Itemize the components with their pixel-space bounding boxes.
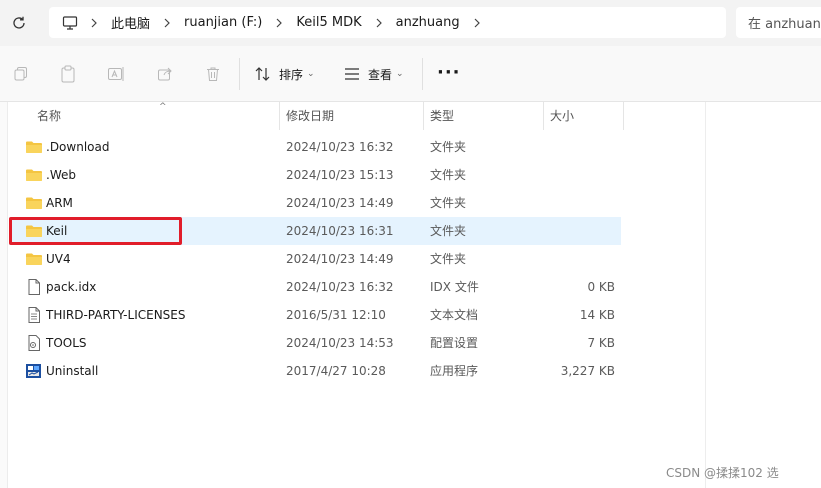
file-type: IDX 文件 — [430, 280, 479, 294]
toolbar-divider — [239, 58, 240, 90]
file-date-modified: 2017/4/27 10:28 — [286, 364, 386, 378]
folder-icon — [25, 223, 43, 239]
breadcrumb-item-keil5[interactable]: Keil5 MDK — [292, 15, 365, 30]
file-date-modified: 2024/10/23 14:53 — [286, 336, 394, 350]
file-type: 文件夹 — [430, 224, 467, 238]
rename-icon[interactable] — [106, 64, 126, 84]
folder-icon — [25, 139, 43, 155]
file-row[interactable]: .Download 2024/10/23 16:32 文件夹 — [9, 133, 621, 161]
chevron-down-icon: ⌄ — [307, 69, 315, 79]
column-separator[interactable] — [623, 102, 624, 130]
file-name: .Download — [46, 140, 110, 154]
file-date-modified: 2024/10/23 14:49 — [286, 196, 394, 210]
watermark: CSDN @揉揉102 选 — [666, 466, 779, 480]
file-row[interactable]: THIRD-PARTY-LICENSES 2016/5/31 12:10 文本文档 1… — [9, 301, 621, 329]
file-row[interactable]: pack.idx 2024/10/23 16:32 IDX 文件 0 KB — [9, 273, 621, 301]
text-file-icon — [25, 307, 43, 323]
column-type[interactable]: 类型 — [424, 102, 454, 130]
toolbar-divider — [422, 58, 423, 90]
column-header: ^ 名称 修改日期 类型 大小 — [9, 102, 624, 130]
view-button[interactable]: 查看 ⌄ — [344, 63, 404, 85]
file-name: THIRD-PARTY-LICENSES — [46, 308, 186, 322]
breadcrumb[interactable]: 此电脑 ruanjian (F:) Keil5 MDK anzhuang — [49, 7, 726, 38]
more-options-button[interactable]: ··· — [437, 62, 461, 83]
breadcrumb-item-anzhuang[interactable]: anzhuang — [392, 15, 464, 30]
paste-icon[interactable] — [58, 64, 78, 84]
file-name: TOOLS — [46, 336, 87, 350]
pane-divider — [705, 102, 706, 488]
file-name: pack.idx — [46, 280, 97, 294]
chevron-right-icon[interactable] — [266, 18, 292, 28]
sort-label: 排序 — [279, 67, 304, 82]
view-label: 查看 — [368, 67, 393, 82]
file-type: 应用程序 — [430, 364, 479, 378]
file-type: 文件夹 — [430, 252, 467, 266]
file-date-modified: 2024/10/23 16:32 — [286, 280, 394, 294]
folder-icon — [25, 251, 43, 267]
chevron-down-icon: ⌄ — [396, 69, 404, 79]
settings-file-icon — [25, 335, 43, 351]
file-size: 3,227 KB — [560, 364, 615, 378]
file-date-modified: 2024/10/23 15:13 — [286, 168, 394, 182]
sort-icon — [255, 67, 270, 81]
file-row[interactable]: .Web 2024/10/23 15:13 文件夹 — [9, 161, 621, 189]
file-type: 文件夹 — [430, 196, 467, 210]
file-row[interactable]: Keil 2024/10/23 16:31 文件夹 — [9, 217, 621, 245]
file-name: ARM — [46, 196, 73, 210]
file-name: Uninstall — [46, 364, 99, 378]
file-name: .Web — [46, 168, 76, 182]
refresh-icon — [13, 16, 25, 29]
file-date-modified: 2024/10/23 14:49 — [286, 252, 394, 266]
file-date-modified: 2016/5/31 12:10 — [286, 308, 386, 322]
chevron-right-icon[interactable] — [154, 18, 180, 28]
file-row[interactable]: TOOLS 2024/10/23 14:53 配置设置 7 KB — [9, 329, 621, 357]
chevron-right-icon[interactable] — [81, 18, 107, 28]
this-pc-icon[interactable] — [59, 12, 81, 34]
file-row[interactable]: ARM 2024/10/23 14:49 文件夹 — [9, 189, 621, 217]
folder-icon — [25, 195, 43, 211]
file-type: 文本文档 — [430, 308, 479, 322]
column-date[interactable]: 修改日期 — [280, 102, 334, 130]
chevron-right-icon[interactable] — [366, 18, 392, 28]
file-row[interactable]: UV4 2024/10/23 14:49 文件夹 — [9, 245, 621, 273]
file-size: 7 KB — [587, 336, 615, 350]
refresh-button[interactable] — [9, 13, 29, 33]
view-list-icon — [345, 68, 359, 80]
search-input[interactable]: 在 anzhuang — [736, 7, 821, 38]
file-size: 0 KB — [587, 280, 615, 294]
copy-icon[interactable] — [11, 64, 31, 84]
share-icon[interactable] — [155, 64, 175, 84]
sort-ascending-icon: ^ — [159, 102, 167, 112]
sort-button[interactable]: 排序 ⌄ — [255, 63, 315, 85]
app-icon — [25, 363, 43, 379]
file-type: 配置设置 — [430, 336, 479, 350]
file-type: 文件夹 — [430, 168, 467, 182]
chevron-right-icon[interactable] — [464, 18, 490, 28]
file-row[interactable]: Uninstall 2017/4/27 10:28 应用程序 3,227 KB — [9, 357, 621, 385]
breadcrumb-item-this-pc[interactable]: 此电脑 — [107, 13, 154, 32]
folder-icon — [25, 167, 43, 183]
file-list: .Download 2024/10/23 16:32 文件夹 .Web 2024/10/… — [9, 133, 621, 385]
breadcrumb-item-drive[interactable]: ruanjian (F:) — [180, 15, 266, 30]
file-type: 文件夹 — [430, 140, 467, 154]
column-name[interactable]: 名称 — [31, 102, 61, 130]
file-date-modified: 2024/10/23 16:31 — [286, 224, 394, 238]
address-row: 此电脑 ruanjian (F:) Keil5 MDK anzhuang 在 a… — [0, 0, 821, 46]
command-bar: 排序 ⌄ 查看 ⌄ ··· — [0, 46, 821, 102]
column-size[interactable]: 大小 — [544, 102, 574, 130]
file-size: 14 KB — [579, 308, 615, 322]
navigation-pane-edge[interactable] — [0, 102, 8, 488]
file-name: UV4 — [46, 252, 71, 266]
file-date-modified: 2024/10/23 16:32 — [286, 140, 394, 154]
delete-icon[interactable] — [203, 64, 223, 84]
file-name: Keil — [46, 224, 68, 238]
file-icon — [25, 279, 43, 295]
